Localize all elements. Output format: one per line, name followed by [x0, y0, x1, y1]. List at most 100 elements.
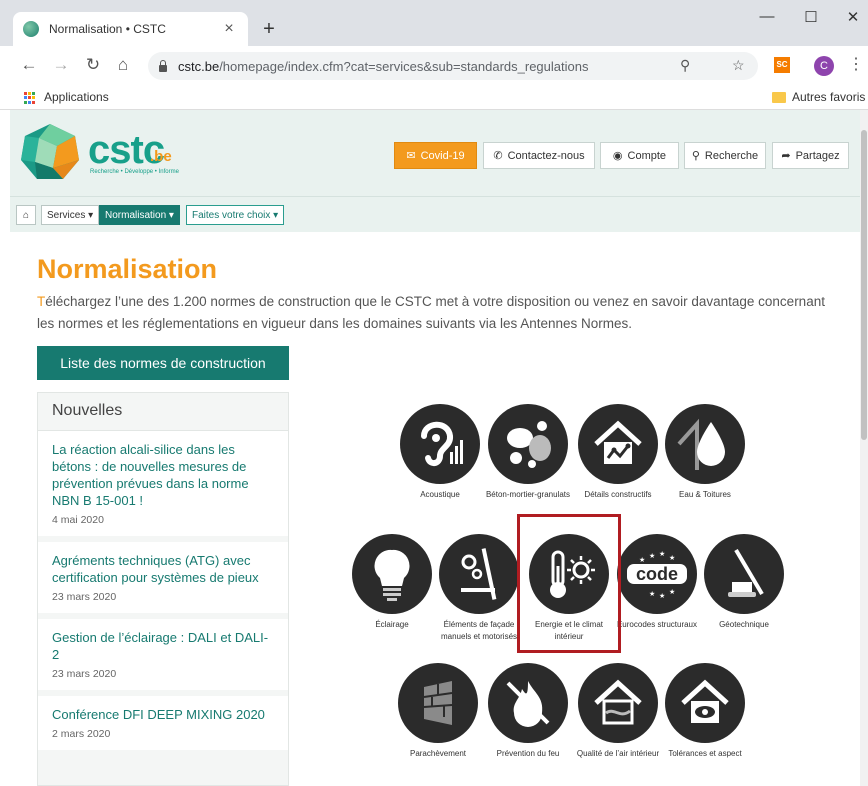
search-icon: ⚲: [691, 150, 700, 162]
nav-services[interactable]: Services ▾: [41, 205, 100, 225]
apps-grid-icon: [24, 92, 36, 104]
close-window-icon[interactable]: ✕: [838, 8, 868, 26]
news-link[interactable]: La réaction alcali-silice dans les béton…: [52, 441, 274, 509]
category-tolerances-aspect[interactable]: Tolérances et aspect: [657, 663, 753, 760]
facade-gear-icon: [461, 548, 497, 600]
logo-tagline: Recherche • Développe • Informe: [90, 169, 179, 175]
news-date: 4 mai 2020: [52, 514, 104, 526]
house-air-icon: [594, 679, 642, 725]
category-label: Éclairage: [375, 620, 409, 629]
category-label: Eurocodes structuraux: [616, 620, 698, 629]
highlight-box: [517, 514, 621, 653]
news-link[interactable]: Conférence DFI DEEP MIXING 2020: [52, 706, 274, 723]
category-label: Acoustique: [420, 490, 460, 499]
category-details-constructifs[interactable]: Détails constructifs: [570, 404, 666, 501]
eurocode-icon: code ★ ★ ★ ★ ★ ★ ★: [627, 550, 687, 600]
share-arrow-icon: ➦: [781, 150, 791, 162]
browser-menu-icon[interactable]: ⋮: [848, 54, 864, 74]
news-link[interactable]: Agréments techniques (ATG) avec certific…: [52, 552, 274, 586]
user-icon: ◉: [612, 150, 623, 162]
news-date: 23 mars 2020: [52, 668, 117, 680]
svg-text:★: ★: [649, 590, 655, 598]
news-item: Agréments techniques (ATG) avec certific…: [38, 542, 288, 619]
fire-icon: [506, 681, 550, 727]
reload-icon[interactable]: ↻: [82, 55, 104, 75]
ear-icon: [421, 421, 463, 466]
standards-list-button[interactable]: Liste des normes de construction: [37, 346, 289, 380]
nav-normalisation[interactable]: Normalisation ▾: [99, 205, 180, 225]
bookmark-star-icon[interactable]: ☆: [732, 57, 745, 74]
news-date: 2 mars 2020: [52, 728, 111, 740]
house-detail-icon: [594, 420, 642, 464]
svg-text:★: ★: [649, 552, 655, 560]
tab-title: Normalisation • CSTC: [49, 22, 166, 36]
news-date: 23 mars 2020: [52, 591, 117, 603]
category-eurocodes[interactable]: code ★ ★ ★ ★ ★ ★ ★ Eurocodes structuraux: [609, 534, 705, 631]
house-eye-icon: [681, 679, 729, 723]
scrollbar-thumb[interactable]: [861, 130, 867, 440]
envelope-icon: ✉: [406, 150, 416, 162]
brick-wall-icon: [423, 681, 453, 725]
category-label: Qualité de l’air intérieur: [576, 749, 660, 758]
category-label: Éléments de façade manuels et motorisés: [440, 620, 518, 641]
svg-text:★: ★: [669, 554, 675, 562]
search-button[interactable]: ⚲ Recherche: [684, 142, 766, 169]
bookmark-applications[interactable]: Applications: [44, 90, 109, 104]
maximize-icon[interactable]: ☐: [796, 8, 826, 26]
url-text: cstc.be/homepage/index.cfm?cat=services&…: [178, 58, 589, 74]
category-beton[interactable]: Béton-mortier-granulats: [480, 404, 576, 501]
category-label: Géotechnique: [719, 620, 769, 629]
lock-icon: [158, 60, 168, 72]
category-label: Eau & Toitures: [679, 490, 731, 499]
bookmarks-bar: Applications Autres favoris: [0, 86, 868, 110]
category-label: Béton-mortier-granulats: [485, 490, 571, 499]
new-tab-button[interactable]: +: [259, 19, 279, 39]
account-button[interactable]: ◉ Compte: [600, 142, 679, 169]
minimize-icon[interactable]: —: [752, 8, 782, 25]
browser-tab-bar: Normalisation • CSTC × + — ☐ ✕: [0, 0, 868, 46]
page-title: Normalisation: [37, 254, 218, 284]
browser-tab[interactable]: Normalisation • CSTC ×: [13, 12, 248, 46]
news-item: La réaction alcali-silice dans les béton…: [38, 431, 288, 542]
svg-text:★: ★: [659, 550, 665, 558]
category-eclairage[interactable]: Éclairage: [344, 534, 440, 631]
site-header: cstc .be Recherche • Développe • Informe…: [10, 110, 860, 196]
back-arrow-icon[interactable]: ←: [18, 55, 40, 75]
light-bulb-icon: [374, 549, 410, 601]
cstc-logo-icon[interactable]: [19, 122, 81, 182]
tab-close-icon[interactable]: ×: [220, 20, 238, 38]
category-prevention-feu[interactable]: Prévention du feu: [480, 663, 576, 760]
category-acoustique[interactable]: Acoustique: [392, 404, 488, 501]
bookmark-other-favorites[interactable]: Autres favoris: [792, 90, 865, 104]
svg-text:★: ★: [639, 556, 645, 564]
share-button[interactable]: ➦ Partagez: [772, 142, 849, 169]
svg-text:★: ★: [659, 592, 665, 600]
news-item: Conférence DFI DEEP MIXING 2020 2 mars 2…: [38, 696, 288, 756]
category-geotechnique[interactable]: Géotechnique: [696, 534, 792, 631]
nav-choice-dropdown[interactable]: Faites votre choix ▾: [186, 205, 285, 225]
category-label: Tolérances et aspect: [668, 749, 742, 758]
covid-button[interactable]: ✉ Covid-19: [394, 142, 477, 169]
forward-arrow-icon[interactable]: →: [50, 55, 72, 75]
category-label: Détails constructifs: [584, 490, 652, 499]
extension-sc-icon[interactable]: SC: [774, 57, 790, 73]
profile-avatar[interactable]: C: [814, 56, 834, 76]
category-qualite-air[interactable]: Qualité de l’air intérieur: [570, 663, 666, 760]
category-elements-facade[interactable]: Éléments de façade manuels et motorisés: [431, 534, 527, 643]
logo-suffix: .be: [150, 148, 172, 165]
category-parachevement[interactable]: Parachèvement: [390, 663, 486, 760]
cstc-favicon-icon: [23, 21, 39, 37]
home-icon[interactable]: ⌂: [112, 55, 134, 75]
contact-button[interactable]: ✆ Contactez-nous: [483, 142, 595, 169]
news-item: Gestion de l’éclairage : DALI et DALI-2 …: [38, 619, 288, 696]
home-nav-icon[interactable]: ⌂: [16, 205, 36, 225]
address-bar[interactable]: cstc.be/homepage/index.cfm?cat=services&…: [148, 52, 758, 80]
news-title: Nouvelles: [38, 393, 288, 431]
category-eau-toitures[interactable]: Eau & Toitures: [657, 404, 753, 501]
svg-text:code: code: [636, 564, 678, 584]
category-label: Prévention du feu: [496, 749, 560, 758]
folder-icon: [772, 92, 786, 103]
zoom-icon[interactable]: ⚲: [680, 57, 690, 74]
news-panel: Nouvelles La réaction alcali-silice dans…: [37, 392, 289, 786]
news-link[interactable]: Gestion de l’éclairage : DALI et DALI-2: [52, 629, 274, 663]
